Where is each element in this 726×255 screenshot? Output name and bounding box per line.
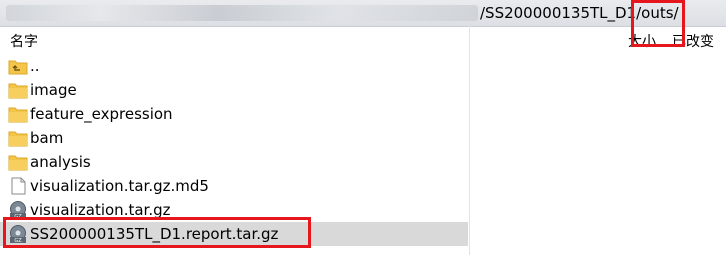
file-name: ..	[30, 57, 40, 75]
file-name: visualization.tar.gz	[30, 201, 171, 219]
list-item-analysis[interactable]: analysis	[0, 150, 468, 174]
list-item-visualization-archive[interactable]: GZ visualization.tar.gz	[0, 198, 468, 222]
svg-text:GZ: GZ	[14, 214, 22, 219]
list-item-parent[interactable]: ..	[0, 54, 468, 78]
archive-icon: GZ	[10, 225, 26, 243]
file-name: bam	[30, 129, 64, 147]
archive-icon: GZ	[10, 201, 26, 219]
file-icon	[11, 177, 26, 195]
file-name: analysis	[30, 153, 91, 171]
parent-folder-icon	[8, 60, 28, 75]
path-bar[interactable]: /SS200000135TL_D1/outs/	[0, 0, 726, 27]
pane-divider	[469, 26, 470, 255]
file-name: image	[30, 81, 77, 99]
file-name: SS200000135TL_D1.report.tar.gz	[30, 225, 279, 243]
folder-icon	[8, 83, 28, 99]
folder-icon	[8, 155, 28, 171]
list-item-bam[interactable]: bam	[0, 126, 468, 150]
file-name: feature_expression	[30, 105, 173, 123]
list-item-md5[interactable]: visualization.tar.gz.md5	[0, 174, 468, 198]
path-text: /SS200000135TL_D1/outs/	[480, 4, 679, 22]
list-item-report-archive[interactable]: GZ SS200000135TL_D1.report.tar.gz	[0, 222, 468, 246]
svg-text:GZ: GZ	[14, 238, 22, 243]
file-name: visualization.tar.gz.md5	[30, 177, 209, 195]
folder-icon	[8, 107, 28, 123]
column-header-row: 名字 大小 已改变	[0, 26, 726, 52]
folder-icon	[8, 131, 28, 147]
column-header-size[interactable]: 大小	[628, 31, 656, 51]
column-header-name[interactable]: 名字	[10, 31, 38, 51]
column-header-modified[interactable]: 已改变	[672, 31, 714, 51]
list-item-feature-expression[interactable]: feature_expression	[0, 102, 468, 126]
path-redacted-segment	[6, 5, 478, 21]
list-item-image[interactable]: image	[0, 78, 468, 102]
